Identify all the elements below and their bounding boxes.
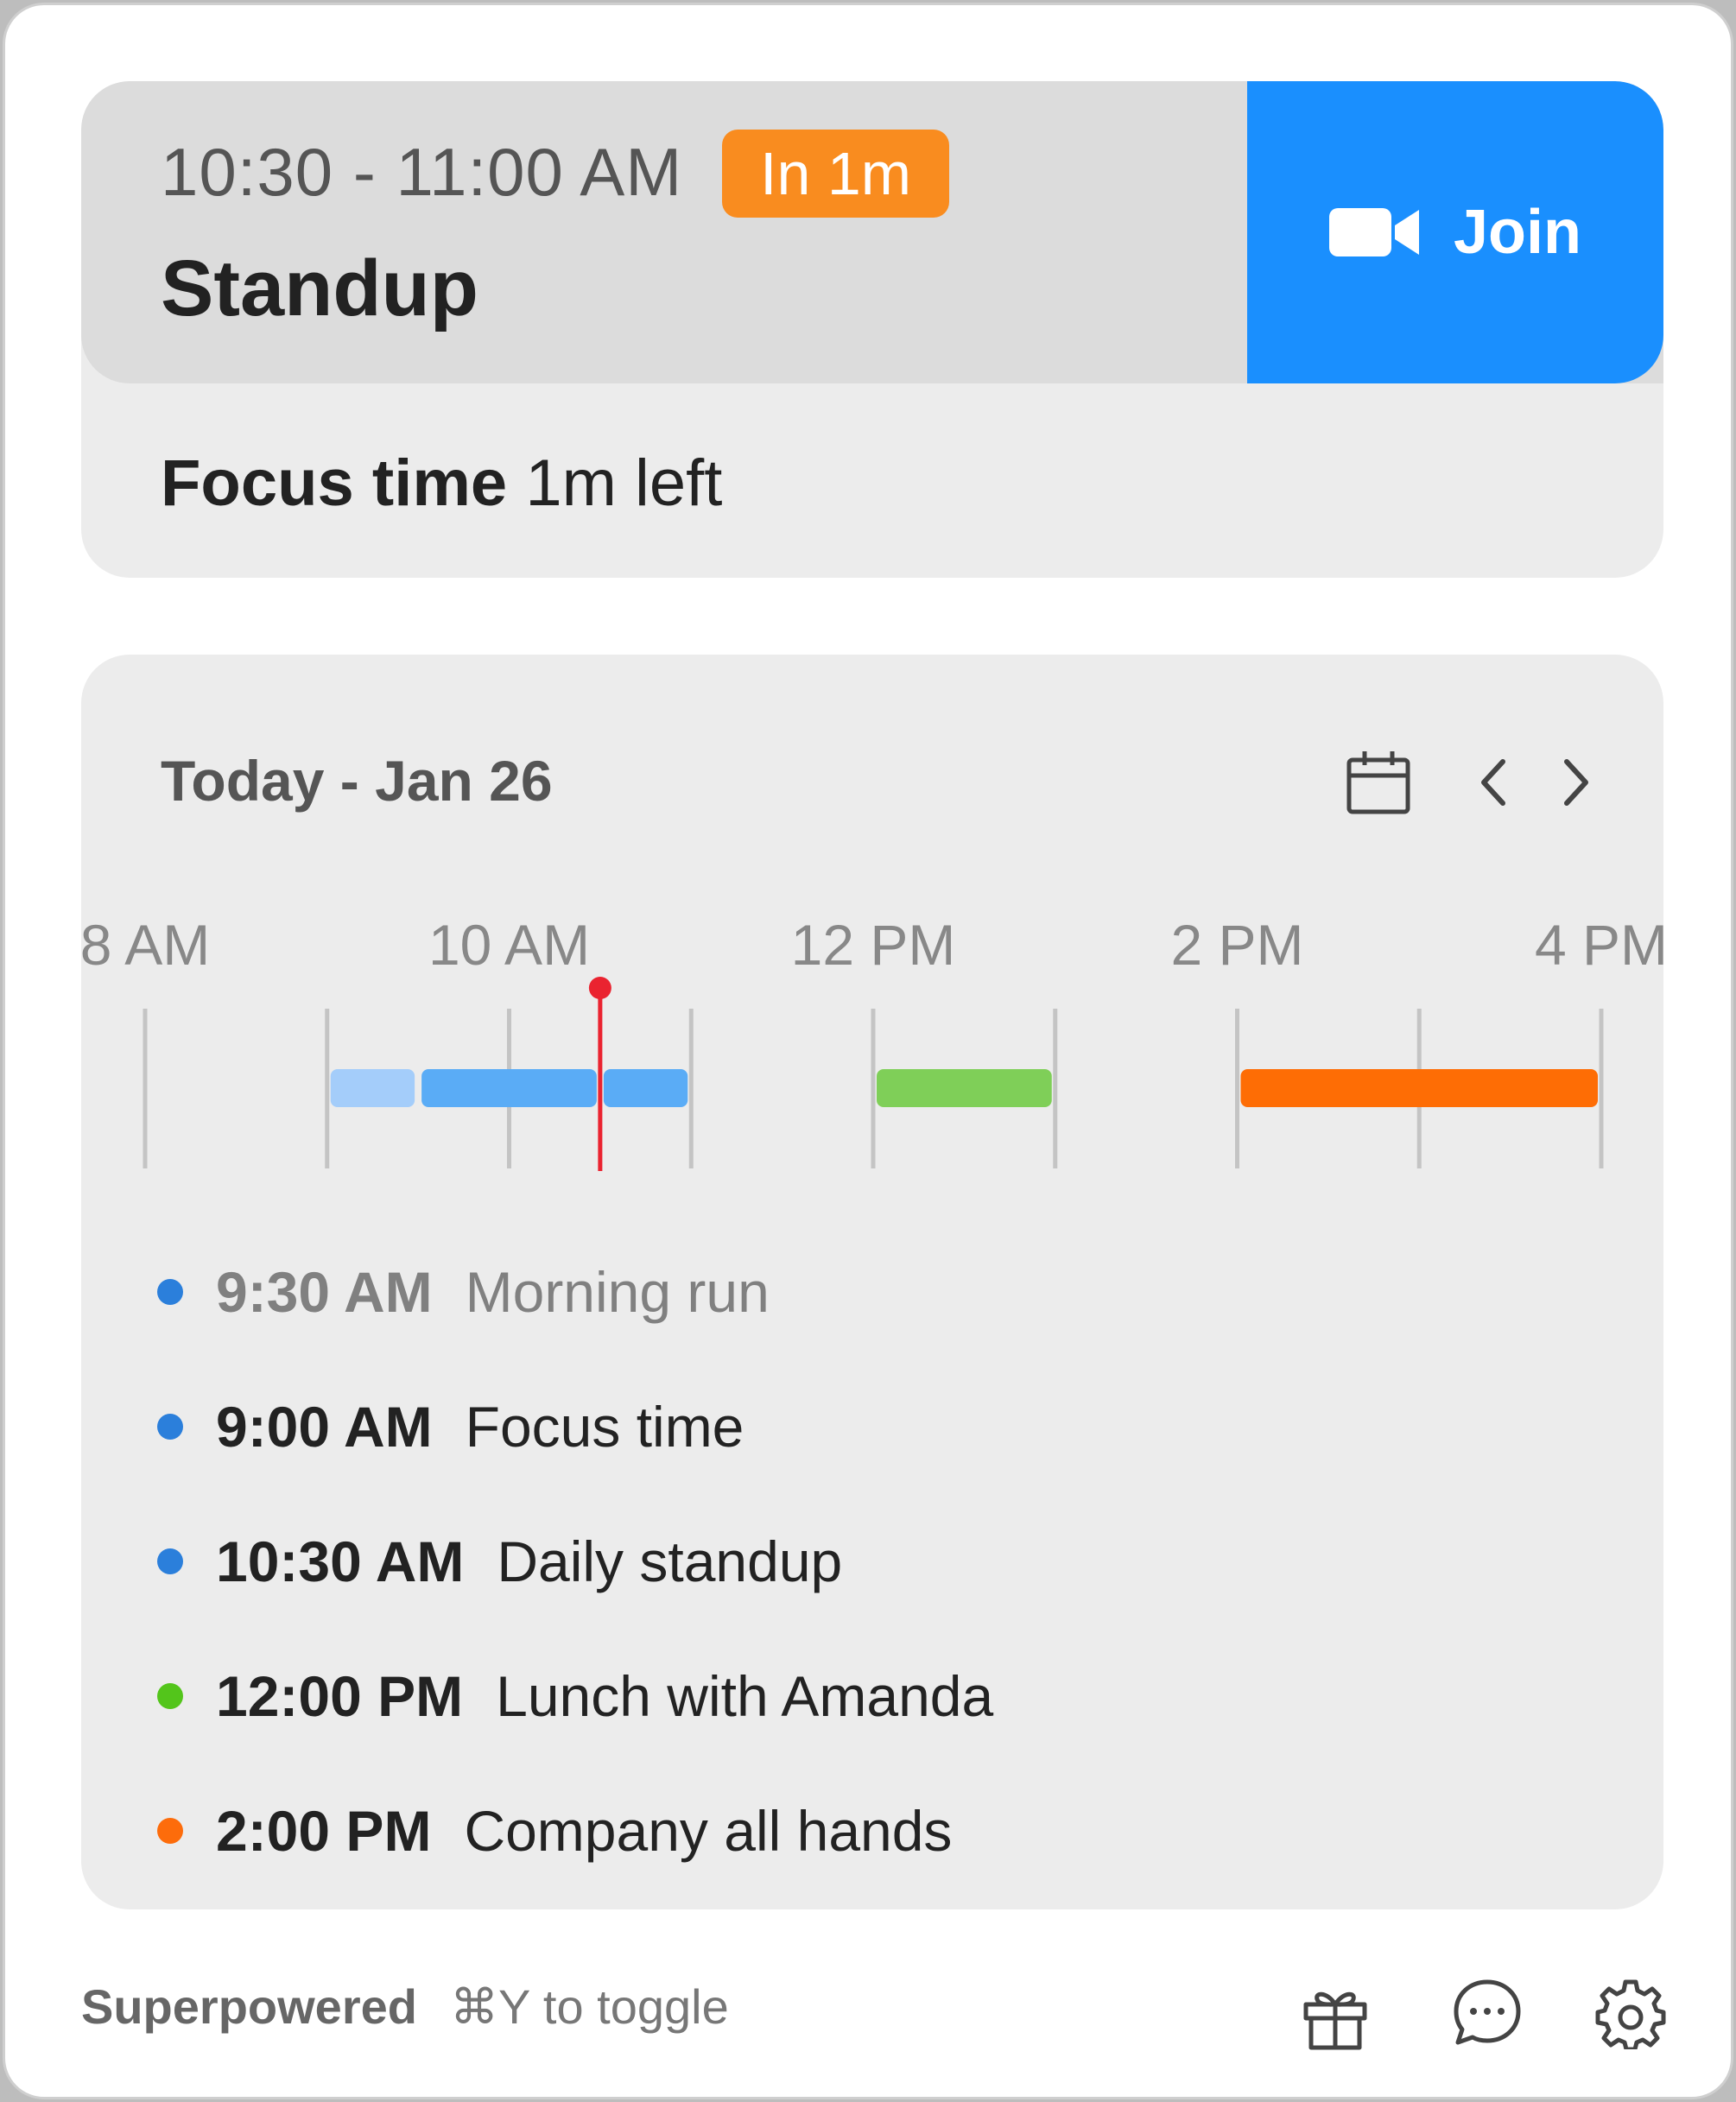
- agenda-item-title: Focus time: [465, 1395, 744, 1459]
- agenda-item[interactable]: 10:30 AM Daily standup: [157, 1494, 1625, 1629]
- timeline-event-bar[interactable]: [1240, 1069, 1599, 1107]
- agenda-item-time: 9:30 AM: [216, 1260, 433, 1324]
- timeline-event-bar[interactable]: [877, 1069, 1052, 1107]
- event-color-dot: [157, 1818, 183, 1844]
- join-label: Join: [1453, 198, 1581, 267]
- event-color-dot: [157, 1683, 183, 1709]
- current-event-status: Focus time 1m left: [161, 446, 722, 521]
- chat-icon[interactable]: [1451, 1977, 1524, 2054]
- agenda-item[interactable]: 12:00 PM Lunch with Amanda: [157, 1629, 1625, 1763]
- agenda-item[interactable]: 9:30 AM Morning run: [157, 1225, 1625, 1359]
- current-event-remaining: 1m left: [525, 446, 723, 520]
- timeline-event-bar[interactable]: [330, 1069, 415, 1107]
- meeting-title: Standup: [161, 244, 478, 332]
- agenda-item-title: Company all hands: [464, 1799, 953, 1863]
- agenda-item-time: 9:00 AM: [216, 1395, 433, 1459]
- agenda-card: Today - Jan 26 8 AM 10 AM 12 PM 2 PM 4 PM: [81, 655, 1663, 1909]
- meeting-time-range: 10:30 - 11:00 AM: [161, 134, 683, 210]
- agenda-item-title: Daily standup: [497, 1529, 843, 1593]
- agenda-item-title: Morning run: [465, 1260, 770, 1324]
- footer: Superpowered ⌘Y to toggle: [5, 1961, 1731, 2091]
- event-color-dot: [157, 1414, 183, 1440]
- agenda-item-time: 10:30 AM: [216, 1529, 465, 1593]
- toggle-shortcut-hint: ⌘Y to toggle: [450, 1979, 729, 2034]
- agenda-item[interactable]: 2:00 PM Company all hands: [157, 1763, 1625, 1898]
- now-indicator-dot: [588, 977, 611, 999]
- current-event-title: Focus time: [161, 446, 508, 520]
- agenda-list: 9:30 AM Morning run 9:00 AM Focus time 10:30…: [157, 1225, 1625, 1898]
- join-button[interactable]: Join: [1247, 81, 1663, 383]
- gear-icon[interactable]: [1594, 1977, 1667, 2054]
- next-event-card: 10:30 - 11:00 AM In 1m Standup Join Focu…: [81, 81, 1663, 578]
- gift-icon[interactable]: [1301, 1982, 1370, 2055]
- event-color-dot: [157, 1548, 183, 1574]
- agenda-item-time: 2:00 PM: [216, 1799, 432, 1863]
- timeline-event-bar[interactable]: [421, 1069, 597, 1107]
- video-camera-icon: [1328, 208, 1419, 256]
- agenda-item[interactable]: 9:00 AM Focus time: [157, 1359, 1625, 1494]
- brand-name: Superpowered: [81, 1979, 417, 2034]
- day-timeline[interactable]: 8 AM 10 AM 12 PM 2 PM 4 PM: [81, 655, 1663, 1190]
- timeline-graphic: [143, 977, 1604, 1171]
- timeline-event-bar[interactable]: [603, 1069, 688, 1107]
- event-color-dot: [157, 1279, 183, 1305]
- agenda-item-time: 12:00 PM: [216, 1664, 464, 1728]
- agenda-item-title: Lunch with Amanda: [496, 1664, 994, 1728]
- starts-soon-badge: In 1m: [722, 130, 950, 218]
- app-window: 10:30 - 11:00 AM In 1m Standup Join Focu…: [3, 3, 1733, 2099]
